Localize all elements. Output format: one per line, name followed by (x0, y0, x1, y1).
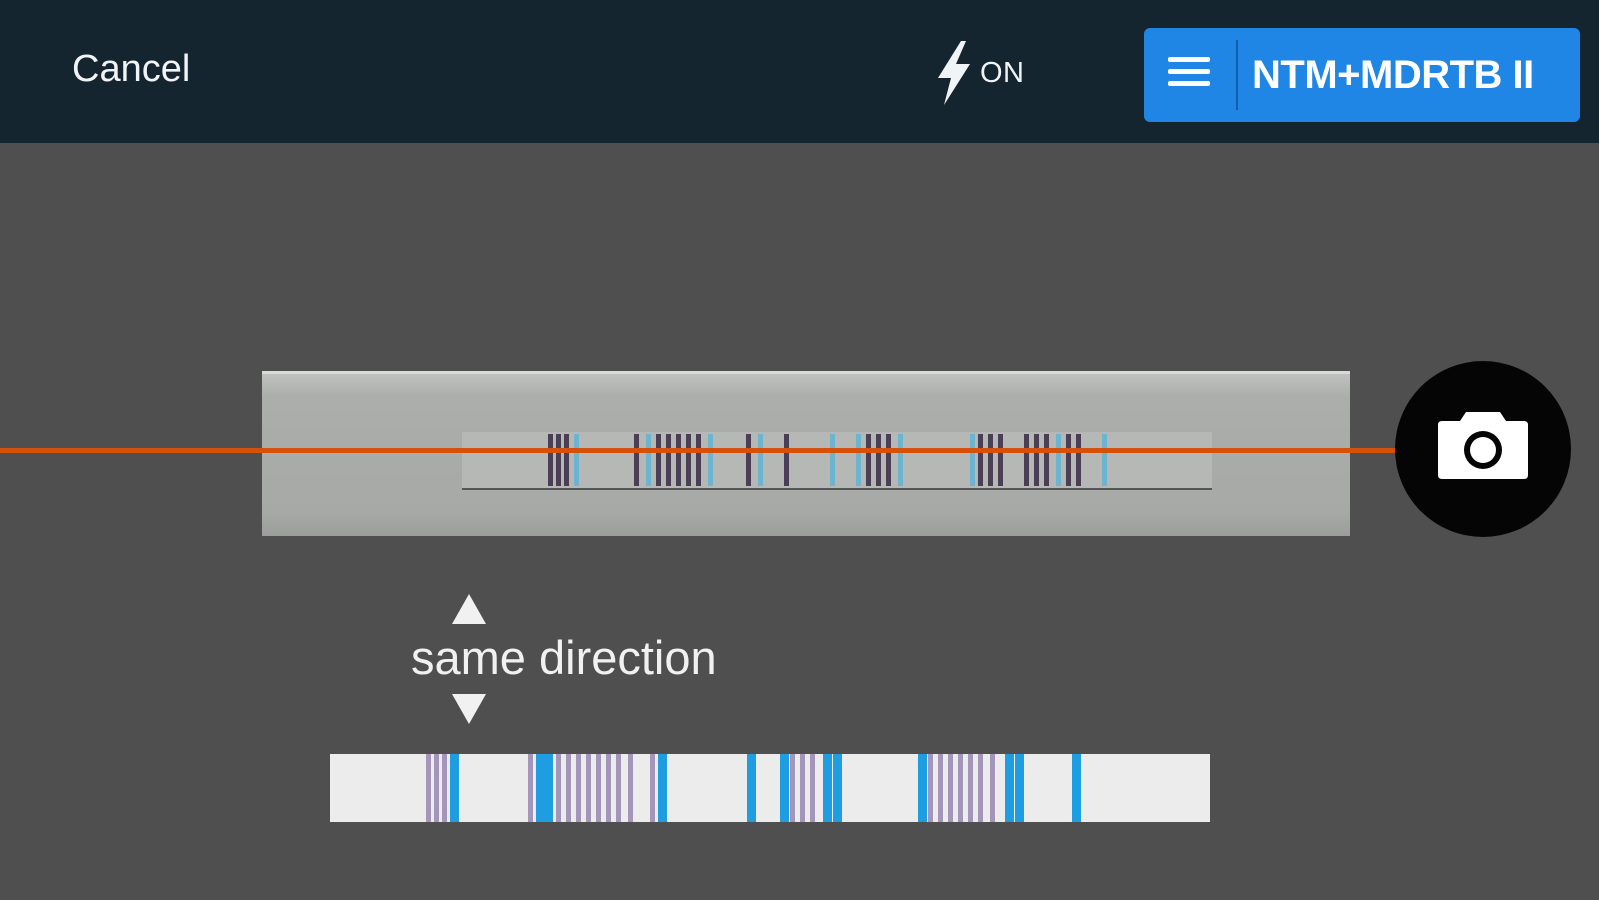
reference-band (968, 754, 973, 822)
reference-strip-bands (426, 754, 1081, 822)
cancel-button[interactable]: Cancel (72, 48, 190, 91)
strip-band (686, 434, 691, 486)
strip-band (1102, 434, 1107, 486)
strip-band (830, 434, 835, 486)
strip-band (556, 434, 561, 486)
strip-band (1066, 434, 1071, 486)
strip-band (548, 434, 553, 486)
strip-band (1034, 434, 1039, 486)
reference-band (800, 754, 805, 822)
reference-band (790, 754, 795, 822)
strip-band (784, 434, 789, 486)
strip-band (758, 434, 763, 486)
reference-band (586, 754, 591, 822)
kit-selector-label: NTM+MDRTB II (1252, 53, 1534, 97)
flash-state-label: ON (980, 56, 1025, 89)
strip-band (978, 434, 983, 486)
kit-button-divider (1236, 40, 1238, 110)
reference-band (536, 754, 545, 822)
reference-strip (330, 754, 1210, 822)
reference-band (566, 754, 571, 822)
reference-band (434, 754, 439, 822)
strip-band (1076, 434, 1081, 486)
strip-band (574, 434, 579, 486)
reference-band (528, 754, 533, 822)
reference-band (1005, 754, 1014, 822)
strip-band (866, 434, 871, 486)
reference-band (747, 754, 756, 822)
strip-band (1024, 434, 1029, 486)
strip-band (666, 434, 671, 486)
triangle-down-icon (452, 694, 486, 724)
reference-band (544, 754, 553, 822)
reference-band (948, 754, 953, 822)
reference-band (810, 754, 815, 822)
shutter-button[interactable] (1395, 361, 1571, 537)
reference-band (442, 754, 447, 822)
flash-toggle[interactable]: ON (934, 40, 1025, 106)
test-strip-bands (548, 434, 1107, 486)
reference-band (628, 754, 633, 822)
triangle-up-icon (452, 594, 486, 624)
reference-band (606, 754, 611, 822)
strip-band (564, 434, 569, 486)
reference-band (928, 754, 933, 822)
strip-band (856, 434, 861, 486)
top-bar: Cancel ON NTM+MDRTB II (0, 0, 1599, 143)
strip-band (746, 434, 751, 486)
reference-band (938, 754, 943, 822)
reference-band (958, 754, 963, 822)
reference-band (576, 754, 581, 822)
reference-band (918, 754, 927, 822)
camera-icon (1438, 412, 1528, 479)
reference-band (1072, 754, 1081, 822)
strip-band (696, 434, 701, 486)
strip-band (676, 434, 681, 486)
reference-band (450, 754, 459, 822)
reference-band (616, 754, 621, 822)
reference-band (780, 754, 789, 822)
alignment-scan-line (0, 448, 1400, 453)
reference-band (833, 754, 842, 822)
reference-band (1015, 754, 1024, 822)
strip-band (1056, 434, 1061, 486)
orientation-hint-text: same direction (411, 631, 717, 684)
strip-band (886, 434, 891, 486)
test-strip-camera-view (262, 371, 1350, 536)
strip-band (876, 434, 881, 486)
strip-band (998, 434, 1003, 486)
lightning-bolt-icon (938, 41, 970, 105)
orientation-hint: same direction (408, 592, 768, 728)
reference-band (426, 754, 431, 822)
strip-band (1044, 434, 1049, 486)
strip-band (988, 434, 993, 486)
strip-band (656, 434, 661, 486)
test-strip-membrane (462, 432, 1212, 490)
reference-band (556, 754, 561, 822)
hamburger-menu-icon (1168, 57, 1210, 91)
strip-band (898, 434, 903, 486)
strip-band (646, 434, 651, 486)
kit-selector-button[interactable]: NTM+MDRTB II (1144, 28, 1580, 122)
strip-band (634, 434, 639, 486)
reference-band (596, 754, 601, 822)
strip-band (970, 434, 975, 486)
reference-band (990, 754, 995, 822)
reference-band (658, 754, 667, 822)
reference-band (978, 754, 983, 822)
reference-band (650, 754, 655, 822)
strip-band (708, 434, 713, 486)
reference-band (823, 754, 832, 822)
